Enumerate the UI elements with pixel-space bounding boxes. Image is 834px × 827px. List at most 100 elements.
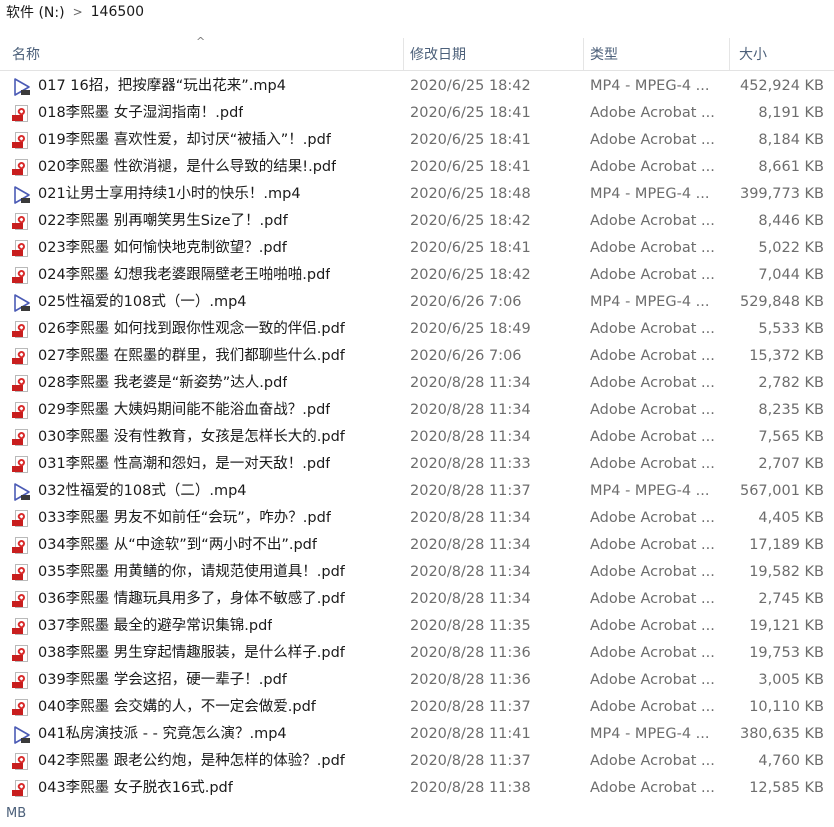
file-name-cell[interactable]: 042李熙墨 跟老公约炮，是种怎样的体验？.pdf <box>12 748 404 775</box>
table-row[interactable]: 034李熙墨 从“中途软”到“两小时不出”.pdf 2020/8/28 11:34… <box>0 532 834 559</box>
file-name-cell[interactable]: 033李熙墨 男友不如前任“会玩”，咋办？.pdf <box>12 505 404 532</box>
table-row[interactable]: 028李熙墨 我老婆是“新姿势”达人.pdf 2020/8/28 11:34 Ado… <box>0 370 834 397</box>
file-size: 2,782 KB <box>758 375 824 391</box>
file-date: 2020/6/25 18:42 <box>410 78 531 94</box>
file-name-cell[interactable]: 037李熙墨 最全的避孕常识集锦.pdf <box>12 613 404 640</box>
table-row[interactable]: 033李熙墨 男友不如前任“会玩”，咋办？.pdf 2020/8/28 11:34… <box>0 505 834 532</box>
table-row[interactable]: 023李熙墨 如何愉快地克制欲望？.pdf 2020/6/25 18:41 Adob… <box>0 235 834 262</box>
file-name: 023李熙墨 如何愉快地克制欲望？.pdf <box>38 240 287 256</box>
pdf-file-icon <box>12 374 32 394</box>
file-date: 2020/6/25 18:42 <box>410 213 531 229</box>
file-name: 030李熙墨 没有性教育，女孩是怎样长大的.pdf <box>38 429 345 445</box>
video-file-icon <box>12 482 32 502</box>
file-size: 452,924 KB <box>739 78 824 94</box>
file-name-cell[interactable]: 026李熙墨 如何找到跟你性观念一致的伴侣.pdf <box>12 316 404 343</box>
file-size: 7,565 KB <box>758 429 824 445</box>
column-size[interactable]: 大小 <box>730 38 834 70</box>
file-name-cell[interactable]: 022李熙墨 别再嘲笑男生Size了！.pdf <box>12 208 404 235</box>
file-size: 8,661 KB <box>758 159 824 175</box>
file-name-cell[interactable]: 021让男士享用持续1小时的快乐！.mp4 <box>12 181 404 208</box>
table-row[interactable]: 018李熙墨 女子湿润指南！.pdf 2020/6/25 18:41 Adobe A… <box>0 100 834 127</box>
file-name: 035李熙墨 用黄鳝的你，请规范使用道具！.pdf <box>38 564 345 580</box>
file-size: 15,372 KB <box>749 348 824 364</box>
pdf-file-icon <box>12 671 32 691</box>
column-date[interactable]: 修改日期 <box>404 38 584 70</box>
file-list: 017 16招，把按摩器“玩出花来”.mp4 2020/6/25 18:42 MP4… <box>0 73 834 802</box>
file-date: 2020/6/25 18:48 <box>410 186 531 202</box>
file-type: Adobe Acrobat ... <box>590 699 715 715</box>
file-name-cell[interactable]: 024李熙墨 幻想我老婆跟隔壁老王啪啪啪.pdf <box>12 262 404 289</box>
breadcrumb-folder[interactable]: 146500 <box>85 4 150 20</box>
file-name-cell[interactable]: 040李熙墨 会交媾的人，不一定会做爱.pdf <box>12 694 404 721</box>
pdf-file-icon <box>12 509 32 529</box>
file-type: Adobe Acrobat ... <box>590 159 715 175</box>
file-name: 024李熙墨 幻想我老婆跟隔壁老王啪啪啪.pdf <box>38 267 331 283</box>
table-row[interactable]: 027李熙墨 在熙墨的群里，我们都聊些什么.pdf 2020/6/26 7:06 A… <box>0 343 834 370</box>
file-name-cell[interactable]: 019李熙墨 喜欢性爱，却讨厌“被插入”！.pdf <box>12 127 404 154</box>
pdf-file-icon <box>12 590 32 610</box>
file-name-cell[interactable]: 018李熙墨 女子湿润指南！.pdf <box>12 100 404 127</box>
file-name-cell[interactable]: 035李熙墨 用黄鳝的你，请规范使用道具！.pdf <box>12 559 404 586</box>
breadcrumb-drive[interactable]: 软件 (N:) <box>0 2 71 22</box>
file-date: 2020/8/28 11:36 <box>410 672 531 688</box>
file-name: 034李熙墨 从“中途软”到“两小时不出”.pdf <box>38 537 317 553</box>
table-row[interactable]: 039李熙墨 学会这招，硬一辈子！.pdf 2020/8/28 11:36 Adob… <box>0 667 834 694</box>
table-row[interactable]: 031李熙墨 性高潮和怨妇，是一对天敌！.pdf 2020/8/28 11:33 A… <box>0 451 834 478</box>
table-row[interactable]: 021让男士享用持续1小时的快乐！.mp4 2020/6/25 18:48 MP4 … <box>0 181 834 208</box>
table-row[interactable]: 037李熙墨 最全的避孕常识集锦.pdf 2020/8/28 11:35 Adobe… <box>0 613 834 640</box>
file-name-cell[interactable]: 023李熙墨 如何愉快地克制欲望？.pdf <box>12 235 404 262</box>
column-type[interactable]: 类型 <box>584 38 730 70</box>
file-name-cell[interactable]: 032性福爱的108式（二）.mp4 <box>12 478 404 505</box>
table-row[interactable]: 025性福爱的108式（一）.mp4 2020/6/26 7:06 MP4 - MP… <box>0 289 834 316</box>
file-date: 2020/8/28 11:34 <box>410 537 531 553</box>
file-size: 19,121 KB <box>749 618 824 634</box>
table-row[interactable]: 042李熙墨 跟老公约炮，是种怎样的体验？.pdf 2020/8/28 11:37… <box>0 748 834 775</box>
file-name: 025性福爱的108式（一）.mp4 <box>38 294 247 310</box>
file-name-cell[interactable]: 036李熙墨 情趣玩具用多了，身体不敏感了.pdf <box>12 586 404 613</box>
column-header: ^ 名称 修改日期 类型 大小 <box>0 36 834 71</box>
table-row[interactable]: 017 16招，把按摩器“玩出花来”.mp4 2020/6/25 18:42 MP4… <box>0 73 834 100</box>
file-name-cell[interactable]: 041私房演技派 - - 究竟怎么演？.mp4 <box>12 721 404 748</box>
table-row[interactable]: 043李熙墨 女子脱衣16式.pdf 2020/8/28 11:38 Adobe A… <box>0 775 834 802</box>
chevron-right-icon[interactable]: > <box>71 5 85 19</box>
table-row[interactable]: 030李熙墨 没有性教育，女孩是怎样长大的.pdf 2020/8/28 11:34… <box>0 424 834 451</box>
file-name-cell[interactable]: 031李熙墨 性高潮和怨妇，是一对天敌！.pdf <box>12 451 404 478</box>
file-name-cell[interactable]: 020李熙墨 性欲消褪，是什么导致的结果!.pdf <box>12 154 404 181</box>
file-size: 567,001 KB <box>739 483 824 499</box>
file-date: 2020/6/26 7:06 <box>410 348 522 364</box>
file-name-cell[interactable]: 038李熙墨 男生穿起情趣服装，是什么样子.pdf <box>12 640 404 667</box>
file-size: 2,707 KB <box>758 456 824 472</box>
pdf-file-icon <box>12 698 32 718</box>
file-size: 5,533 KB <box>758 321 824 337</box>
file-name-cell[interactable]: 017 16招，把按摩器“玩出花来”.mp4 <box>12 73 404 100</box>
table-row[interactable]: 022李熙墨 别再嘲笑男生Size了！.pdf 2020/6/25 18:42 Ad… <box>0 208 834 235</box>
file-name: 043李熙墨 女子脱衣16式.pdf <box>38 780 233 796</box>
table-row[interactable]: 040李熙墨 会交媾的人，不一定会做爱.pdf 2020/8/28 11:37 Ad… <box>0 694 834 721</box>
table-row[interactable]: 020李熙墨 性欲消褪，是什么导致的结果!.pdf 2020/6/25 18:41… <box>0 154 834 181</box>
file-name-cell[interactable]: 029李熙墨 大姨妈期间能不能浴血奋战？.pdf <box>12 397 404 424</box>
file-type: MP4 - MPEG-4 ... <box>590 726 710 742</box>
file-name-cell[interactable]: 043李熙墨 女子脱衣16式.pdf <box>12 775 404 802</box>
table-row[interactable]: 035李熙墨 用黄鳝的你，请规范使用道具！.pdf 2020/8/28 11:34… <box>0 559 834 586</box>
file-name-cell[interactable]: 028李熙墨 我老婆是“新姿势”达人.pdf <box>12 370 404 397</box>
table-row[interactable]: 041私房演技派 - - 究竟怎么演？.mp4 2020/8/28 11:41 MP… <box>0 721 834 748</box>
file-name-cell[interactable]: 034李熙墨 从“中途软”到“两小时不出”.pdf <box>12 532 404 559</box>
column-date-label: 修改日期 <box>410 47 466 63</box>
table-row[interactable]: 036李熙墨 情趣玩具用多了，身体不敏感了.pdf 2020/8/28 11:34… <box>0 586 834 613</box>
table-row[interactable]: 019李熙墨 喜欢性爱，却讨厌“被插入”！.pdf 2020/6/25 18:41… <box>0 127 834 154</box>
file-name: 021让男士享用持续1小时的快乐！.mp4 <box>38 186 301 202</box>
table-row[interactable]: 038李熙墨 男生穿起情趣服装，是什么样子.pdf 2020/8/28 11:36… <box>0 640 834 667</box>
file-name-cell[interactable]: 039李熙墨 学会这招，硬一辈子！.pdf <box>12 667 404 694</box>
table-row[interactable]: 032性福爱的108式（二）.mp4 2020/8/28 11:37 MP4 - M… <box>0 478 834 505</box>
column-type-label: 类型 <box>590 47 618 63</box>
table-row[interactable]: 029李熙墨 大姨妈期间能不能浴血奋战？.pdf 2020/8/28 11:34 A… <box>0 397 834 424</box>
file-name-cell[interactable]: 027李熙墨 在熙墨的群里，我们都聊些什么.pdf <box>12 343 404 370</box>
column-name[interactable]: ^ 名称 <box>0 36 404 70</box>
file-date: 2020/8/28 11:36 <box>410 645 531 661</box>
file-size: 10,110 KB <box>749 699 824 715</box>
table-row[interactable]: 024李熙墨 幻想我老婆跟隔壁老王啪啪啪.pdf 2020/6/25 18:42 A… <box>0 262 834 289</box>
file-date: 2020/6/26 7:06 <box>410 294 522 310</box>
file-name-cell[interactable]: 025性福爱的108式（一）.mp4 <box>12 289 404 316</box>
table-row[interactable]: 026李熙墨 如何找到跟你性观念一致的伴侣.pdf 2020/6/25 18:49… <box>0 316 834 343</box>
file-name-cell[interactable]: 030李熙墨 没有性教育，女孩是怎样长大的.pdf <box>12 424 404 451</box>
